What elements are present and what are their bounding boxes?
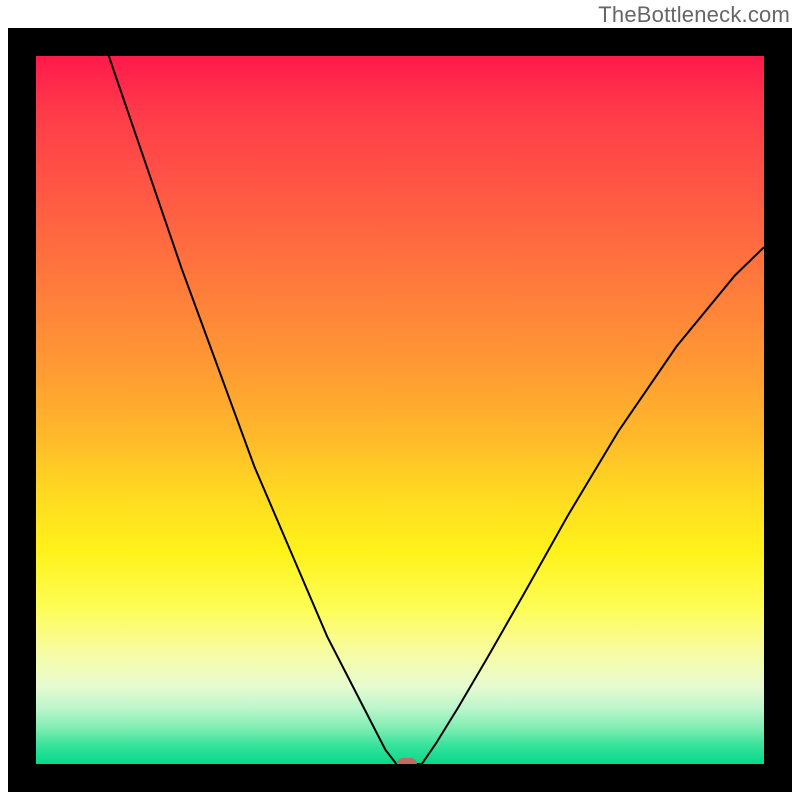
curve-path (109, 56, 764, 764)
chart-frame (8, 28, 792, 792)
watermark-text: TheBottleneck.com (598, 2, 790, 28)
curve-svg (36, 56, 764, 764)
min-marker (397, 758, 417, 764)
chart-root: TheBottleneck.com (0, 0, 800, 800)
plot-area (36, 56, 764, 764)
